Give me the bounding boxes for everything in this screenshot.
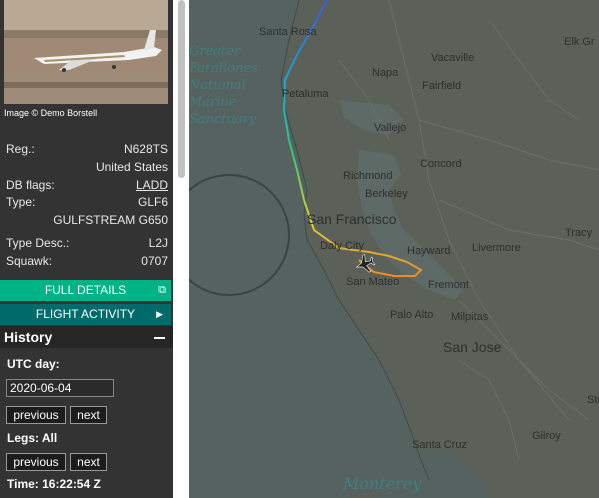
map-label-san-jose: San Jose xyxy=(443,339,502,355)
day-previous-button[interactable]: previous xyxy=(6,406,66,424)
sanctuary-line-5: Sanctuary xyxy=(189,112,257,127)
map-view[interactable]: Santa Rosa Elk Gr Vacaville Napa Fairfie… xyxy=(189,0,599,498)
sanctuary-line-4: Marine xyxy=(189,95,237,110)
sanctuary-line-2: Farallones xyxy=(189,61,258,76)
type-full-row: GULFSTREAM G650 xyxy=(6,212,168,228)
type-desc-value: L2J xyxy=(148,236,168,250)
utc-day-input[interactable] xyxy=(6,379,114,397)
map-label-fremont: Fremont xyxy=(428,279,469,291)
sanctuary-line-1: Greater xyxy=(189,44,241,59)
country-row: United States xyxy=(6,159,168,175)
map-label-napa: Napa xyxy=(372,67,399,79)
map-label-fairfield: Fairfield xyxy=(422,80,462,92)
type-desc-row: Type Desc.: L2J xyxy=(6,235,168,251)
day-next-button[interactable]: next xyxy=(70,406,107,424)
map-label-palo-alto: Palo Alto xyxy=(390,309,434,321)
history-header[interactable]: History xyxy=(0,326,173,348)
collapse-icon[interactable] xyxy=(154,337,165,339)
db-flags-link[interactable]: LADD xyxy=(136,177,168,193)
map-label-santa-cruz: Santa Cruz xyxy=(412,439,468,451)
external-link-icon: ⧉ xyxy=(158,284,166,296)
aircraft-photo xyxy=(4,0,168,104)
leg-next-button[interactable]: next xyxy=(70,453,107,471)
sanctuary-line-3: National xyxy=(189,78,246,93)
map-label-vacaville: Vacaville xyxy=(431,52,475,64)
flight-activity-button[interactable]: FLIGHT ACTIVITY ▶ xyxy=(0,304,171,325)
type-full-value: GULFSTREAM G650 xyxy=(53,213,168,227)
map-label-livermore: Livermore xyxy=(472,242,521,254)
type-value: GLF6 xyxy=(137,195,168,209)
full-details-button[interactable]: FULL DETAILS ⧉ xyxy=(0,280,171,301)
map-label-berkeley: Berkeley xyxy=(365,188,408,200)
type-desc-label: Type Desc.: xyxy=(6,236,70,250)
map-label-san-francisco: San Francisco xyxy=(307,211,397,227)
map-label-sto: Sto xyxy=(587,394,599,406)
type-label: Type: xyxy=(6,195,36,209)
country-value: United States xyxy=(95,160,168,174)
db-flags-label: DB flags: xyxy=(6,178,55,192)
map-label-sanctuary: Greater Farallones National Marine Sanct… xyxy=(189,43,258,128)
registration-row: Reg.: N628TS xyxy=(6,141,168,157)
full-details-label: FULL DETAILS xyxy=(44,283,127,297)
map-label-richmond: Richmond xyxy=(343,170,393,182)
map-label-petaluma: Petaluma xyxy=(282,88,329,100)
map-label-elk-grove: Elk Gr xyxy=(564,36,595,48)
squawk-row: Squawk: 0707 xyxy=(6,253,168,269)
map-label-san-mateo: San Mateo xyxy=(346,276,400,288)
aircraft-sidebar: Image © Demo Borstell Reg.: N628TS Unite… xyxy=(0,0,173,498)
map-label-daly-city: Daly City xyxy=(320,240,365,252)
leg-previous-button[interactable]: previous xyxy=(6,453,66,471)
map-label-santa-rosa: Santa Rosa xyxy=(259,26,317,38)
map-label-vallejo: Vallejo xyxy=(374,122,407,134)
map-label-hayward: Hayward xyxy=(407,245,451,257)
type-row: Type: GLF6 xyxy=(6,194,168,210)
map-label-tracy: Tracy xyxy=(565,227,593,239)
map-label-monterey: Monterey xyxy=(343,474,422,493)
chevron-right-icon: ▶ xyxy=(156,309,163,319)
db-flags-row: DB flags: LADD xyxy=(6,177,168,193)
photo-credit: Image © Demo Borstell xyxy=(4,108,98,118)
squawk-value: 0707 xyxy=(141,254,168,268)
map-label-milpitas: Milpitas xyxy=(451,311,489,323)
history-title: History xyxy=(4,329,53,345)
squawk-label: Squawk: xyxy=(6,254,53,268)
map-label-gilroy: Gilroy xyxy=(532,430,561,442)
map-label-concord: Concord xyxy=(420,158,462,170)
legs-label: Legs: All xyxy=(7,431,58,445)
utc-day-label: UTC day: xyxy=(7,357,60,371)
flight-activity-label: FLIGHT ACTIVITY xyxy=(35,307,136,321)
sidebar-scroll-thumb[interactable] xyxy=(178,0,185,178)
time-label: Time: 16:22:54 Z xyxy=(7,477,101,491)
registration-label: Reg.: xyxy=(6,142,35,156)
registration-value: N628TS xyxy=(123,142,168,156)
